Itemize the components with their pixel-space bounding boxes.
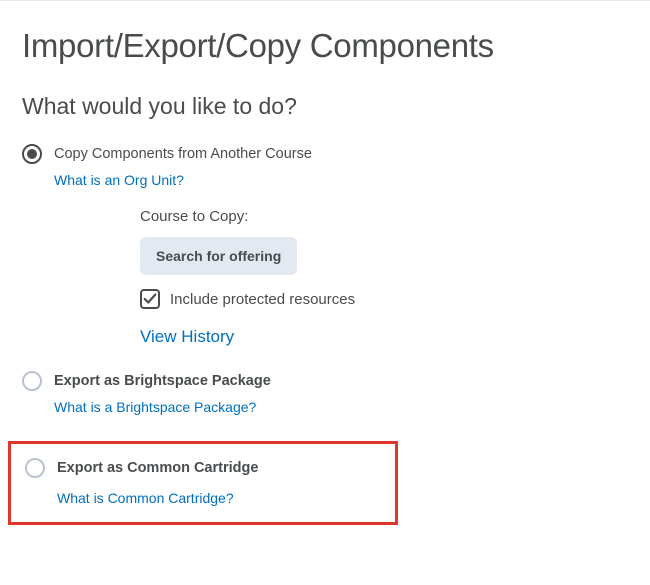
link-what-is-org-unit[interactable]: What is an Org Unit?: [54, 172, 184, 188]
radio-export-brightspace[interactable]: [22, 371, 42, 391]
search-for-offering-button[interactable]: Search for offering: [140, 237, 297, 275]
include-protected-label: Include protected resources: [170, 291, 355, 308]
radio-copy-components-label: Copy Components from Another Course: [54, 146, 312, 162]
link-view-history[interactable]: View History: [140, 327, 234, 347]
radio-export-common-cartridge-label: Export as Common Cartridge: [57, 460, 258, 476]
copy-subsection: Course to Copy: Search for offering Incl…: [140, 208, 628, 347]
option-export-brightspace: Export as Brightspace Package What is a …: [22, 371, 628, 417]
radio-export-common-cartridge[interactable]: [25, 458, 45, 478]
course-to-copy-label: Course to Copy:: [140, 208, 628, 225]
option-copy-components: Copy Components from Another Course What…: [22, 144, 628, 347]
link-what-is-common-cartridge[interactable]: What is Common Cartridge?: [57, 490, 234, 506]
radio-copy-components[interactable]: [22, 144, 42, 164]
page-subtitle: What would you like to do?: [22, 93, 628, 120]
link-what-is-brightspace-package[interactable]: What is a Brightspace Package?: [54, 399, 256, 415]
page-title: Import/Export/Copy Components: [22, 27, 628, 65]
radio-export-brightspace-label: Export as Brightspace Package: [54, 373, 271, 389]
checkbox-include-protected[interactable]: [140, 289, 160, 309]
check-icon: [143, 292, 157, 306]
highlight-common-cartridge: Export as Common Cartridge What is Commo…: [8, 441, 398, 525]
